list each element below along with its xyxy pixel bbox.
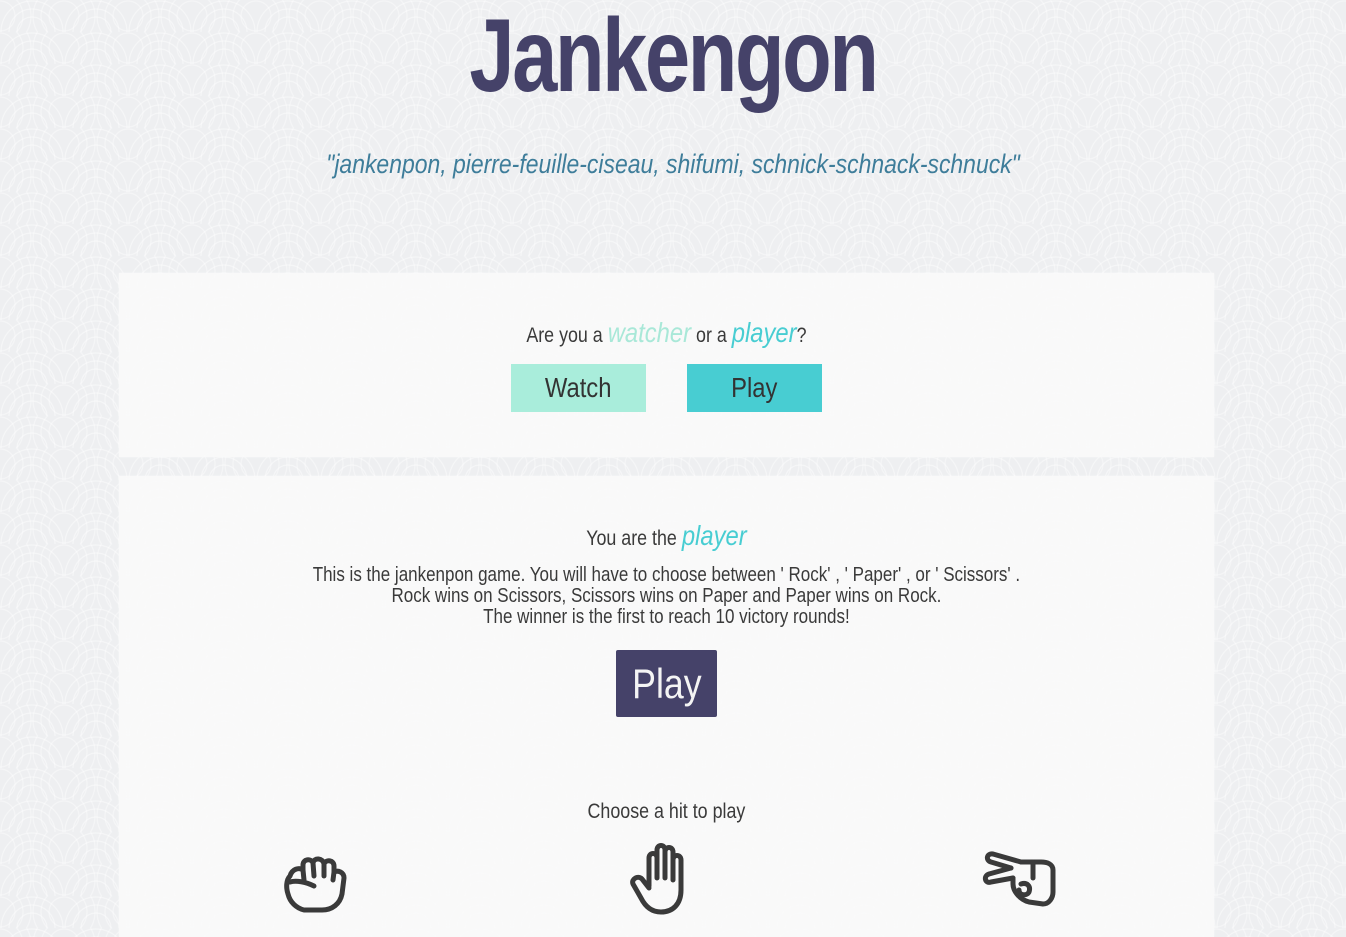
start-game-button[interactable]: Play <box>616 650 717 717</box>
page-title: Jankengon <box>469 0 878 114</box>
play-role-button[interactable]: Play <box>687 364 822 412</box>
start-game-button-label: Play <box>631 659 702 707</box>
rules-line: This is the jankenpon game. You will hav… <box>312 564 1021 586</box>
role-question-or: or a <box>696 324 727 347</box>
play-role-button-label: Play <box>731 372 778 403</box>
game-rules: This is the jankenpon game. You will hav… <box>201 565 1132 628</box>
choose-hit-label: Choose a hit to play <box>587 800 746 823</box>
role-question-suffix: ? <box>796 324 807 347</box>
hand-scissors-icon[interactable] <box>981 848 1057 912</box>
page-subtitle: "jankenpon, pierre-feuille-ciseau, shifu… <box>326 149 1020 179</box>
watch-button[interactable]: Watch <box>511 364 646 412</box>
watcher-word: watcher <box>607 317 692 348</box>
role-status: You are the player <box>201 516 1132 559</box>
rules-line: The winner is the first to reach 10 vict… <box>483 606 850 628</box>
hand-paper-icon[interactable] <box>629 842 697 916</box>
rules-line: Rock wins on Scissors, Scissors wins on … <box>391 585 942 607</box>
hand-rock-icon[interactable] <box>282 850 348 916</box>
role-status-prefix: You are the <box>586 527 677 550</box>
player-word: player <box>731 317 797 348</box>
role-status-word: player <box>681 520 747 551</box>
role-question: Are you a watcher or a player? <box>201 313 1132 356</box>
watch-button-label: Watch <box>545 372 612 403</box>
role-question-prefix: Are you a <box>526 324 603 347</box>
game-panel: You are the player This is the jankenpon… <box>119 476 1214 937</box>
role-selection-panel: Are you a watcher or a player? Watch Pla… <box>119 273 1214 457</box>
